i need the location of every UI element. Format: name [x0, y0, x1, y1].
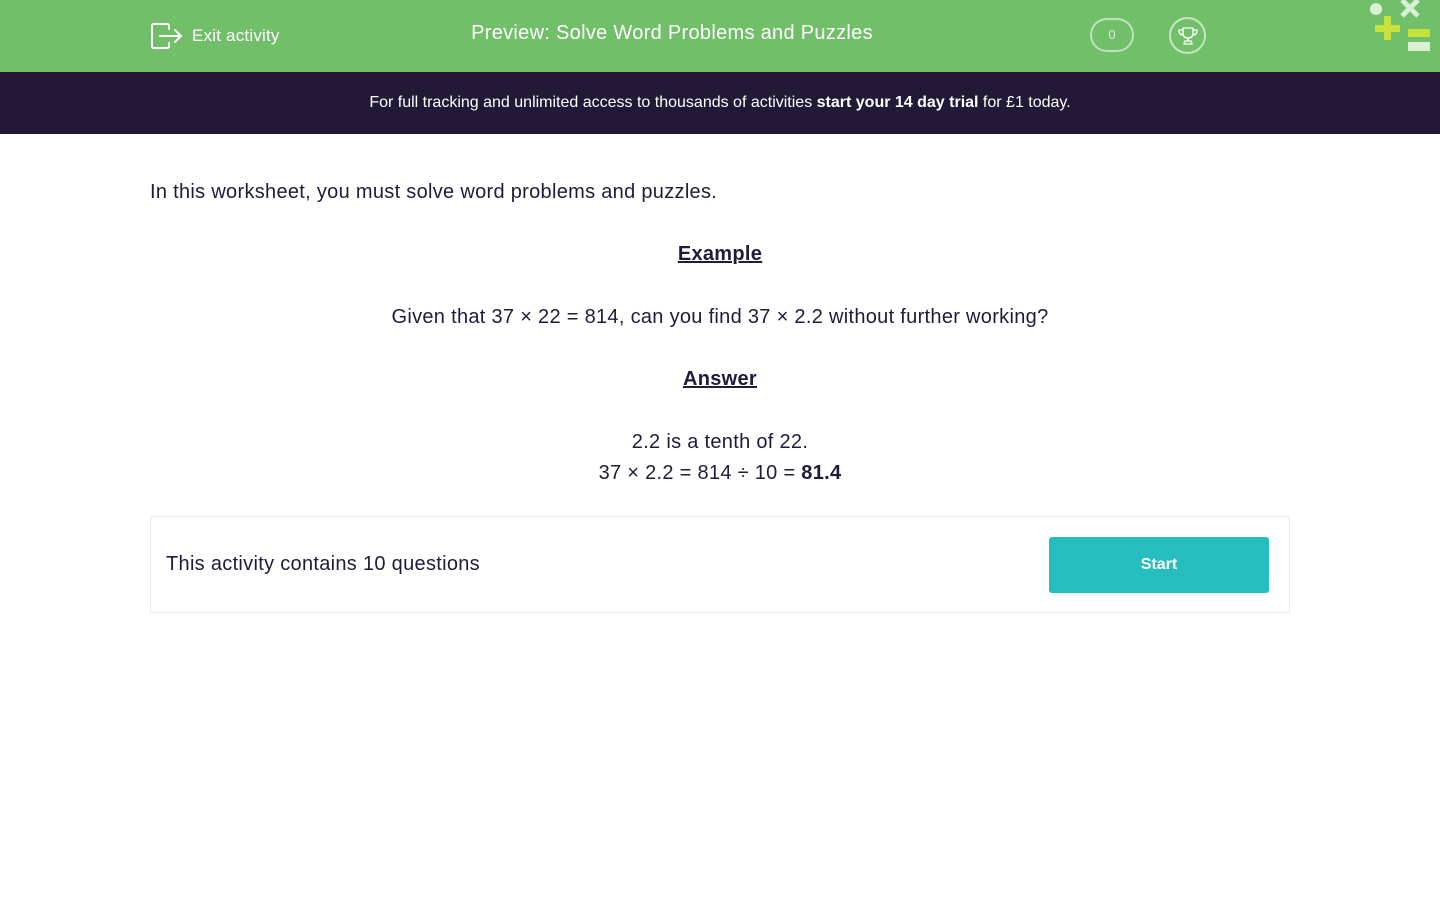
banner-text: For full tracking and unlimited access t… — [369, 94, 817, 111]
banner-text-end: for £1 today. — [978, 94, 1071, 111]
question-count-text: This activity contains 10 questions — [166, 553, 480, 575]
top-bar: Exit activity Preview: Solve Word Proble… — [0, 0, 1440, 72]
example-question: Given that 37 × 22 = 814, can you find 3… — [391, 306, 1049, 328]
answer-heading: Answer — [682, 368, 758, 390]
logo-icon — [1370, 0, 1430, 51]
answer-equation: 37 × 2.2 = 814 ÷ 10 = — [598, 462, 802, 484]
start-button[interactable]: Start — [1049, 537, 1269, 593]
page-title: Preview: Solve Word Problems and Puzzles — [471, 22, 873, 44]
activity-panel: This activity contains 10 questions Star… — [150, 516, 1290, 613]
score-badge: 0 — [1090, 18, 1134, 52]
trial-link[interactable]: start your 14 day trial — [817, 94, 979, 111]
answer-result: 81.4 — [801, 462, 842, 484]
answer-line-1: 2.2 is a tenth of 22. — [631, 431, 809, 453]
trophy-button[interactable] — [1169, 17, 1206, 54]
answer-line-2: 37 × 2.2 = 814 ÷ 10 = 81.4 — [150, 462, 1290, 485]
trophy-icon — [1177, 26, 1198, 45]
example-heading: Example — [677, 243, 763, 265]
trial-banner: For full tracking and unlimited access t… — [0, 72, 1440, 134]
intro-text: In this worksheet, you must solve word p… — [150, 181, 718, 203]
